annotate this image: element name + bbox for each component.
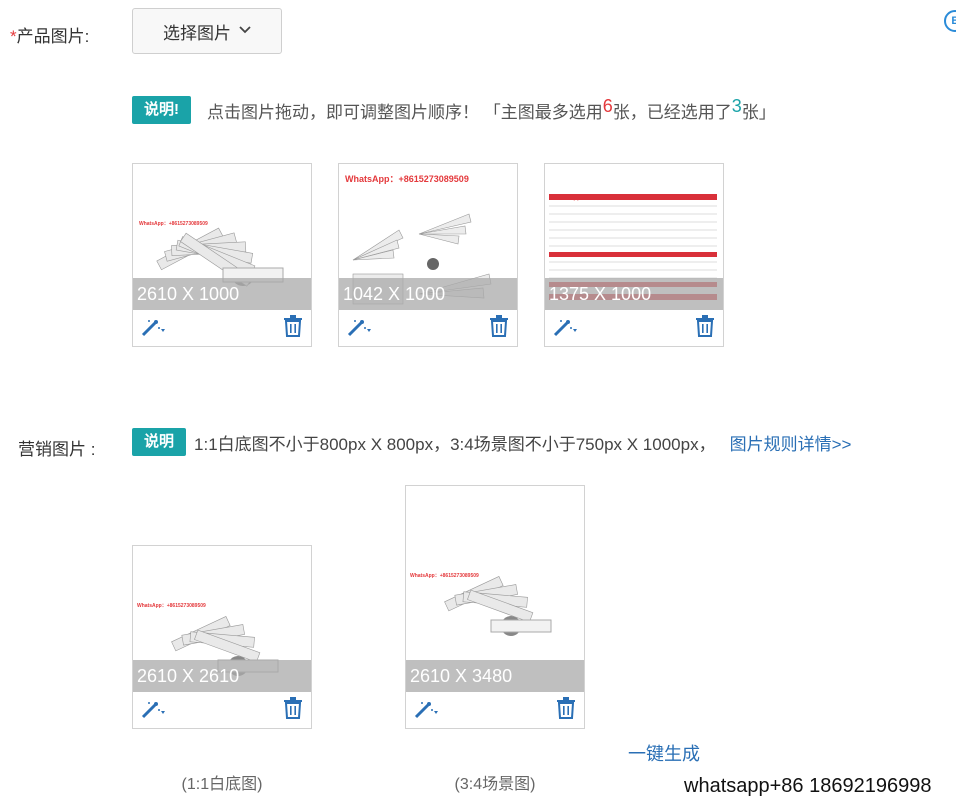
trash-icon[interactable] [283,314,303,342]
marketing-image-card-square[interactable]: WhatsApp：+8615273089509 2610 X 2610 [132,545,312,729]
magic-wand-icon[interactable] [347,319,375,337]
max-count: 6 [602,95,613,116]
select-images-button-label: 选择图片 [163,23,231,43]
image-dimension: 2610 X 3480 [406,660,584,692]
image-dimension: 1042 X 1000 [339,278,517,310]
contact-watermark: whatsapp+86 18692196998 [684,775,932,797]
magic-wand-icon[interactable] [141,319,169,337]
product-image-card[interactable]: WhatsApp：+8615273089509 1375 X 1000 [544,163,724,347]
product-image-thumbnail[interactable]: WhatsApp：+8615273089509 1375 X 1000 [545,164,723,310]
marketing-caption-square: (1:1白底图) [181,776,263,793]
image-dimension: 2610 X 1000 [133,278,311,310]
required-mark: * [10,27,17,46]
marketing-image-thumbnail[interactable]: WhatsApp：+8615273089509 2610 X 3480 [406,486,584,692]
selected-count: 3 [731,95,742,116]
marketing-note-tag: 说明 [132,428,187,456]
product-images-label-text: 产品图片 [16,27,85,46]
product-images-label: *产品图片: [10,22,89,47]
marketing-image-card-portrait[interactable]: WhatsApp：+8615273089509 2610 X 3480 [405,485,585,729]
magic-wand-icon[interactable] [141,701,169,719]
instruction-row: 说明! 点击图片拖动，即可调整图片顺序！ 「主图最多选用6张，已经选用了3张」 [132,96,776,124]
magic-wand-icon[interactable] [414,701,442,719]
image-rules-link[interactable]: 图片规则详情>> [730,430,852,455]
image-dimension: 1375 X 1000 [545,278,723,310]
product-image-card[interactable]: WhatsApp：+8615273089509 1042 X 1000 [338,163,518,347]
magic-wand-icon[interactable] [553,319,581,337]
trash-icon[interactable] [556,696,576,724]
note-limit-prefix: 「主图最多选用 [483,102,603,122]
marketing-images-label-text: 营销图片 [18,440,86,459]
trash-icon[interactable] [695,314,715,342]
trash-icon[interactable] [283,696,303,724]
product-image-thumbnail[interactable]: WhatsApp：+8615273089509 1042 X 1000 [339,164,517,310]
marketing-images-label: 营销图片 : [18,435,95,460]
marketing-instruction-row: 说明 1:1白底图不小于800px X 800px，3:4场景图不小于750px… [132,428,851,456]
note-drag-text: 点击图片拖动，即可调整图片顺序！ [207,102,479,122]
label-colon: : [84,27,90,46]
note-limit-mid: 张，已经选用了 [612,102,732,122]
product-image-thumbnail[interactable]: WhatsApp：+8615273089509 2610 X 1000 [133,164,311,310]
chevron-down-icon [239,25,251,37]
one-click-generate-link[interactable]: 一键生成 [628,740,700,766]
select-images-button[interactable]: 选择图片 [132,8,282,54]
note-tag: 说明! [132,96,191,124]
marketing-note-text: 1:1白底图不小于800px X 800px，3:4场景图不小于750px X … [194,434,716,454]
note-text: 点击图片拖动，即可调整图片顺序！ 「主图最多选用6张，已经选用了3张」 [207,95,776,123]
marketing-caption-portrait: (3:4场景图) [454,776,536,793]
note-limit-suffix: 张」 [741,102,776,122]
product-image-card[interactable]: WhatsApp：+8615273089509 2610 X 1000 [132,163,312,347]
marketing-image-thumbnail[interactable]: WhatsApp：+8615273089509 2610 X 2610 [133,546,311,692]
image-dimension: 2610 X 2610 [133,660,311,692]
trash-icon[interactable] [489,314,509,342]
label-colon: : [90,440,96,459]
help-icon[interactable]: E [944,10,956,32]
